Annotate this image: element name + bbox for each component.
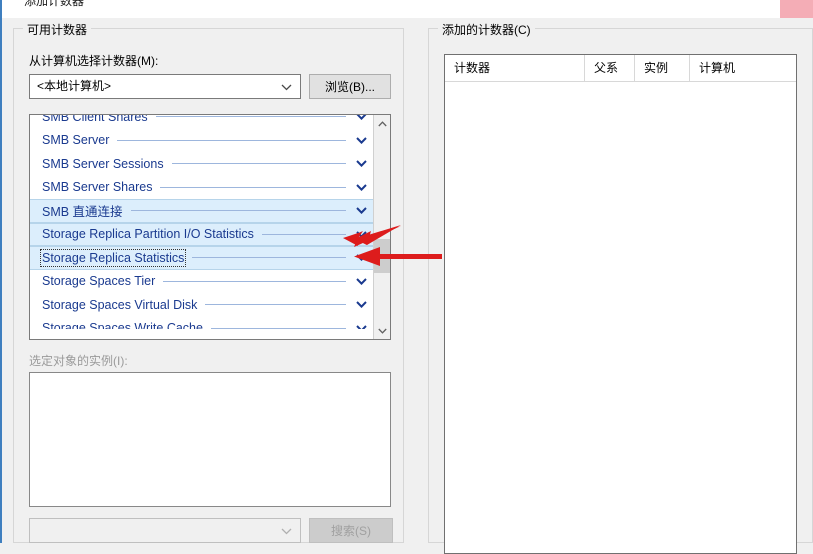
column-header-instance[interactable]: 实例 (635, 55, 690, 81)
counter-list-item-label: Storage Spaces Tier (42, 274, 156, 289)
window-titlebar: 添加计数器 (0, 0, 813, 18)
scrollbar-thumb[interactable] (374, 239, 390, 273)
chevron-down-icon[interactable] (354, 278, 368, 285)
selected-object-instances-label: 选定对象的实例(I): (29, 354, 128, 368)
counter-list-item-rule (210, 327, 346, 329)
column-header-computer[interactable]: 计算机 (690, 55, 796, 81)
instance-filter-combobox[interactable] (29, 518, 301, 543)
select-counters-from-label: 从计算机选择计数器(M): (29, 54, 159, 68)
counter-list-item-label: Storage Spaces Write Cache (42, 321, 203, 329)
search-button[interactable]: 搜索(S) (309, 518, 393, 543)
added-counters-table-header: 计数器 父系 实例 计算机 (445, 55, 796, 82)
available-counters-group-title: 可用计数器 (23, 21, 92, 38)
chevron-down-icon[interactable] (354, 325, 368, 329)
counter-list-item-label: Storage Replica Statistics (39, 248, 187, 267)
counter-list-item[interactable]: SMB Server Shares (30, 175, 374, 199)
counter-list-item-label: SMB 直通连接 (42, 205, 123, 220)
close-window-button[interactable] (780, 0, 813, 19)
counter-list-item-rule (205, 304, 346, 306)
counter-list-item-rule (160, 186, 346, 188)
instances-listbox[interactable] (29, 372, 391, 507)
counter-list-item-rule (155, 116, 346, 118)
chevron-down-icon[interactable] (354, 231, 368, 238)
chevron-down-icon[interactable] (354, 301, 368, 309)
chevron-down-icon (281, 75, 293, 91)
scroll-up-arrow-icon[interactable] (374, 115, 390, 132)
column-header-parent[interactable]: 父系 (585, 55, 635, 81)
counter-list-item[interactable]: SMB Client Shares (30, 114, 374, 129)
available-counters-scrollbar[interactable] (373, 115, 390, 339)
available-counters-list-viewport: SMB Client Shares SMB Server SMB Server Se… (30, 114, 374, 329)
counter-list-item-label: SMB Client Shares (42, 114, 148, 124)
column-header-counter[interactable]: 计数器 (445, 55, 585, 81)
counter-list-item-label: Storage Replica Partition I/O Statistics (42, 227, 254, 242)
counter-list-item[interactable]: Storage Spaces Virtual Disk (30, 293, 374, 317)
added-counters-group-title: 添加的计数器(C) (438, 21, 535, 38)
available-counters-listbox[interactable]: SMB Client Shares SMB Server SMB Server Se… (29, 114, 391, 340)
counter-list-item[interactable]: Storage Replica Partition I/O Statistics (30, 222, 374, 246)
chevron-down-icon[interactable] (354, 160, 368, 168)
counter-list-item[interactable]: SMB Server (30, 128, 374, 152)
chevron-down-icon[interactable] (354, 137, 368, 144)
chevron-down-icon[interactable] (354, 254, 368, 262)
counter-list-item[interactable]: Storage Spaces Tier (30, 269, 374, 293)
counter-list-item-rule (261, 233, 346, 235)
counter-list-item-rule (163, 280, 346, 282)
chevron-down-icon[interactable] (354, 184, 368, 191)
chevron-down-icon[interactable] (354, 115, 368, 121)
counter-list-item-rule (171, 163, 346, 165)
counter-list-item[interactable]: SMB Server Sessions (30, 152, 374, 176)
counter-list-item[interactable]: Storage Replica Statistics (30, 246, 374, 270)
counter-list-item-label: SMB Server Shares (42, 180, 153, 195)
chevron-down-icon (281, 519, 293, 535)
scroll-down-arrow-icon[interactable] (374, 322, 390, 339)
counter-list-item-rule (192, 257, 346, 259)
counter-list-item-rule (117, 139, 346, 141)
counter-list-item-label: SMB Server Sessions (42, 156, 164, 171)
chevron-down-icon[interactable] (354, 207, 368, 215)
counter-list-item[interactable]: SMB 直通连接 (30, 199, 374, 223)
counter-list-item-rule (130, 210, 346, 212)
computer-select-combobox[interactable]: <本地计算机> (29, 74, 301, 99)
counter-list-item-label: SMB Server (42, 133, 110, 148)
window-title: 添加计数器 (24, 0, 85, 8)
counter-list-item[interactable]: Storage Spaces Write Cache (30, 316, 374, 329)
browse-button[interactable]: 浏览(B)... (309, 74, 391, 99)
counter-list-item-label: Storage Spaces Virtual Disk (42, 297, 198, 312)
added-counters-table[interactable]: 计数器 父系 实例 计算机 (444, 54, 797, 554)
computer-select-value: <本地计算机> (37, 79, 112, 93)
